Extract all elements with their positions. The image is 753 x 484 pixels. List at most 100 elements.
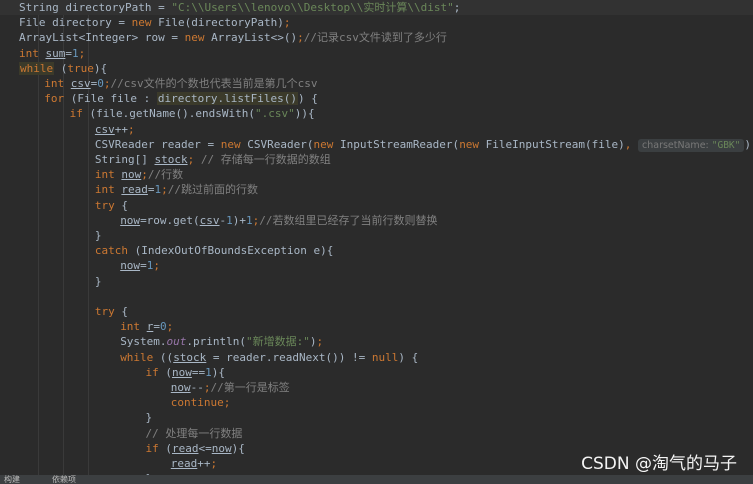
- code-token: FileInputStream(file): [479, 137, 625, 151]
- code-token: }: [94, 274, 102, 288]
- code-token: (File file :: [64, 92, 157, 106]
- code-token: csv: [94, 122, 115, 136]
- code-token: for: [44, 92, 65, 106]
- code-token: ArrayList<Integer> row =: [19, 31, 185, 45]
- code-token: 0: [97, 77, 104, 90]
- code-line-content: continue;: [171, 395, 231, 410]
- code-token: ;: [297, 31, 304, 45]
- code-token: ;: [283, 16, 291, 30]
- code-token: if: [145, 441, 159, 455]
- code-token: ;: [223, 396, 231, 410]
- code-token: ;: [453, 1, 461, 14]
- code-line-content: int read=1;//跳过前面的行数: [95, 182, 258, 197]
- code-token: CSVReader(: [240, 137, 314, 151]
- code-token: stock: [154, 153, 188, 166]
- code-token: }: [145, 411, 153, 425]
- code-token: ;: [141, 168, 148, 182]
- code-token: //记录csv文件读到了多少行: [303, 31, 447, 45]
- build-tab[interactable]: 构建: [4, 475, 20, 484]
- code-line-content: if (read<=now){: [146, 441, 245, 456]
- code-line-content: File directory = new File(directoryPath)…: [19, 15, 291, 30]
- code-token: null: [371, 350, 399, 364]
- code-line-content: now=row.get(csv-1)+1;//若数组里已经存了当前行数则替换: [120, 213, 437, 228]
- code-line-content: now=1;: [120, 258, 160, 273]
- code-token: now: [172, 365, 192, 379]
- code-line-content: for (File file : directory.listFiles()) …: [44, 91, 318, 106]
- code-token: while: [120, 350, 154, 364]
- code-token: =: [65, 46, 72, 60]
- code-token: ArrayList<>(): [204, 31, 298, 45]
- code-token: //csv文件的个数也代表当前是第几个csv: [110, 77, 318, 90]
- code-token: )){: [294, 107, 315, 121]
- code-line-content: int csv=0;//csv文件的个数也代表当前是第几个csv: [44, 76, 317, 91]
- code-token: // 处理每一行数据: [145, 426, 243, 440]
- code-line-content: csv++;: [95, 122, 135, 137]
- code-token: read: [172, 441, 199, 455]
- code-token: File(directoryPath): [151, 16, 284, 30]
- code-token: if: [145, 365, 159, 379]
- code-token: csv: [199, 213, 220, 227]
- code-token: {: [114, 305, 129, 318]
- code-token: catch: [94, 244, 129, 258]
- code-line-content: catch (IndexOutOfBoundsException e){: [95, 243, 333, 258]
- code-line-content: int now;//行数: [95, 167, 183, 182]
- code-editor[interactable]: String directoryPath = "C:\\Users\\lenov…: [0, 0, 753, 476]
- parameter-hint-name: charsetName:: [642, 139, 712, 151]
- code-token: now: [121, 168, 142, 182]
- code-token: now: [120, 213, 141, 227]
- code-line-content: ArrayList<Integer> row = new ArrayList<>…: [19, 30, 447, 45]
- code-token: ){: [93, 61, 108, 75]
- code-token: String directoryPath =: [19, 1, 172, 14]
- code-token: ;: [161, 183, 168, 197]
- code-token: (: [54, 61, 68, 75]
- code-line[interactable]: String directoryPath = "C:\\Users\\lenov…: [0, 0, 753, 15]
- code-token: 0: [159, 320, 167, 334]
- code-token: // 存储每一行数据的数组: [200, 153, 331, 166]
- code-token: now: [170, 381, 191, 394]
- code-line-content: while ((stock = reader.readNext()) != nu…: [120, 350, 418, 365]
- code-token: ;: [78, 46, 86, 60]
- code-token: 1: [72, 46, 79, 60]
- code-line-content: now--;//第一行是标签: [171, 380, 290, 395]
- dependencies-tab[interactable]: 依赖项: [52, 475, 76, 484]
- code-token: ){: [231, 441, 245, 455]
- code-token: ) {: [297, 92, 318, 106]
- code-token: new: [220, 137, 241, 151]
- code-token: =: [140, 259, 147, 273]
- code-token: CSVReader reader =: [94, 137, 221, 151]
- code-token: ,: [624, 137, 639, 151]
- code-token: ;: [153, 259, 160, 273]
- code-token: String[]: [94, 153, 155, 166]
- code-token: ;: [166, 320, 174, 334]
- code-token: //第一行是标签: [210, 381, 290, 394]
- code-line-content: while (true){: [19, 61, 107, 76]
- code-line-content: read++;: [171, 456, 217, 471]
- code-token: )): [744, 137, 753, 151]
- parameter-hint: charsetName: "GBK": [638, 138, 745, 152]
- code-token: <=: [198, 441, 212, 455]
- code-token: {: [114, 198, 129, 212]
- code-line-content: int sum=1;: [19, 46, 85, 61]
- code-token: "新增数据:": [246, 335, 310, 349]
- code-token: int: [120, 320, 141, 334]
- code-token: ;: [210, 457, 218, 470]
- code-line-content: // 处理每一行数据: [146, 426, 243, 441]
- code-token: "C:\\Users\\lenovo\\Desktop\\实时计算\\dist": [171, 1, 454, 14]
- code-token: //若数组里已经存了当前行数则替换: [259, 213, 438, 227]
- code-token: ;: [316, 335, 324, 349]
- code-token: (file.getName().endsWith(: [82, 107, 256, 121]
- code-token: 1: [246, 213, 253, 227]
- code-token: ".csv": [255, 107, 295, 121]
- code-line-content: try {: [95, 304, 128, 319]
- code-token: System.: [120, 335, 167, 349]
- code-token: int: [44, 77, 65, 90]
- code-token: if: [69, 107, 83, 121]
- code-token: out: [166, 335, 187, 349]
- code-token: ) {: [398, 350, 419, 364]
- code-token: InputStreamReader(: [333, 137, 460, 151]
- code-token: ((: [153, 350, 174, 364]
- code-line-content: }: [146, 410, 153, 425]
